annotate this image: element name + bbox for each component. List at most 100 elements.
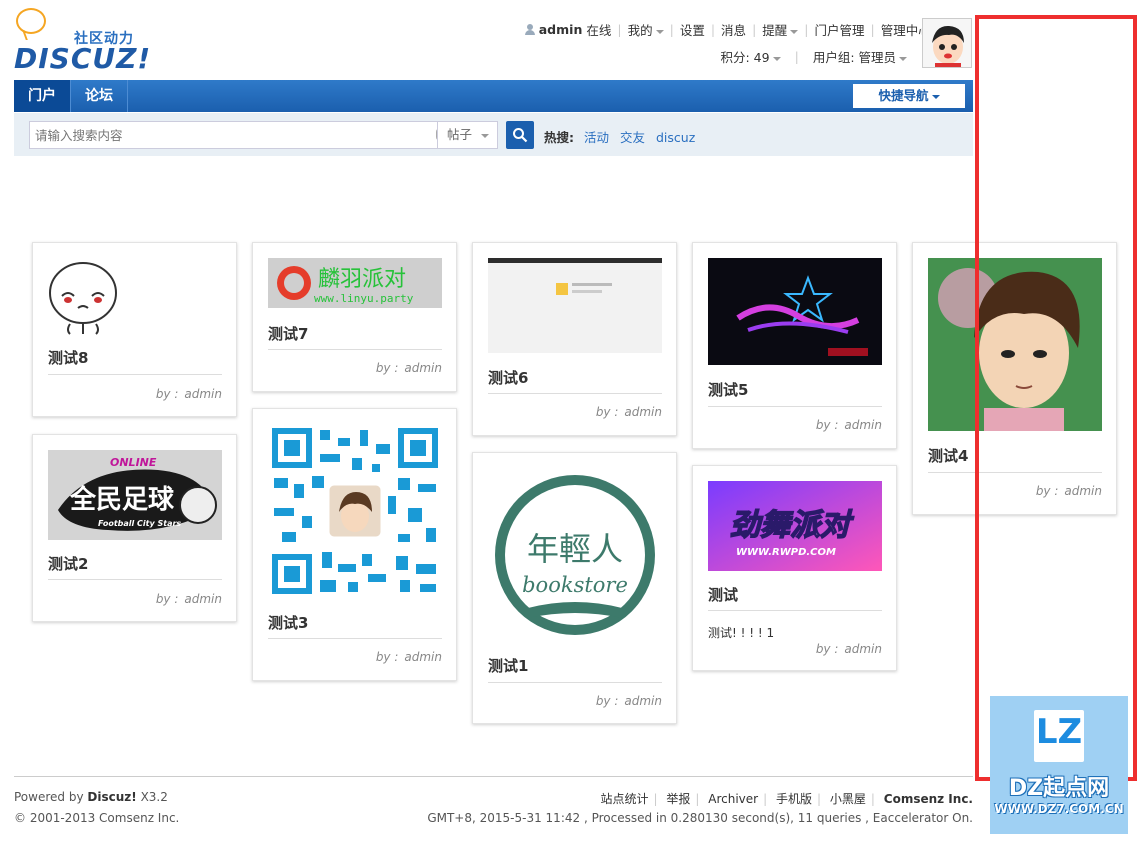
hot-term-link[interactable]: 活动 (584, 130, 609, 145)
hot-searches-label: 热搜: (544, 130, 574, 145)
card-summary: 测试! ! ! ! 1 (708, 626, 775, 640)
card-author: by : admin (370, 361, 442, 375)
thanksgiving-poster-image (708, 258, 882, 365)
svg-text:年輕人: 年輕人 (527, 530, 623, 568)
archiver-link[interactable]: Archiver (708, 792, 758, 806)
search-bar: 帖子 热搜: 活动 交友 discuz (14, 113, 973, 156)
svg-text:ONLINE: ONLINE (110, 456, 157, 469)
linyu-party-banner-image: 麟羽派对 www.linyu.party (268, 258, 442, 308)
article-card[interactable]: 测试6 by : admin (472, 242, 677, 436)
tab-forum[interactable]: 论坛 (71, 80, 128, 112)
card-thumbnail[interactable]: ONLINE 全民足球 Football City Stars (48, 450, 222, 540)
watermark-logo-text: LZ (1035, 712, 1083, 752)
card-thumbnail[interactable] (708, 258, 882, 365)
search-button[interactable] (506, 121, 534, 149)
chevron-down-icon (931, 94, 940, 99)
company-link[interactable]: Comsenz Inc. (884, 792, 973, 806)
author-name[interactable]: admin (404, 650, 442, 664)
logo-wordmark: DISCUZ! (14, 42, 152, 75)
article-card[interactable]: 劲舞派对 WWW.RWPD.COM 测试 测试! ! ! ! 1 by : adm… (692, 465, 897, 671)
by-label: by : (595, 405, 619, 419)
author-name[interactable]: admin (844, 642, 882, 656)
watermark-url: WWW.DZ7.COM.CN (994, 802, 1124, 816)
usergroup-label: 用户组: 管理员 (812, 50, 896, 65)
powered-product-link[interactable]: Discuz! (87, 790, 136, 804)
author-name[interactable]: admin (184, 387, 222, 401)
divider: | (669, 22, 674, 37)
reminders-menu[interactable]: 提醒 (762, 20, 799, 39)
svg-text:www.linyu.party: www.linyu.party (314, 292, 414, 305)
article-card[interactable]: 麟羽派对 www.linyu.party 测试7 by : admin (252, 242, 457, 392)
points-menu[interactable]: 积分: 49 (721, 47, 781, 66)
author-name[interactable]: admin (624, 405, 662, 419)
chevron-down-icon (481, 133, 490, 138)
article-card[interactable]: 测试8 by : admin (32, 242, 237, 417)
search-icon (513, 128, 528, 143)
search-type-select[interactable]: 帖子 (437, 121, 498, 149)
usergroup-menu[interactable]: 用户组: 管理员 (813, 47, 907, 66)
author-name[interactable]: admin (404, 361, 442, 375)
divider: | (752, 22, 757, 37)
divider: | (695, 792, 700, 806)
divider: | (617, 22, 622, 37)
article-card[interactable]: 年輕人 bookstore 测试1 by : admin (472, 452, 677, 724)
divider (488, 682, 662, 683)
main-nav: 门户 论坛 快捷导航 (14, 80, 973, 112)
messages-link[interactable]: 消息 (721, 20, 746, 39)
card-thumbnail[interactable] (48, 258, 222, 340)
online-status: 在线 (586, 23, 612, 38)
hot-term-link[interactable]: 交友 (620, 130, 645, 145)
portal-admin-link[interactable]: 门户管理 (815, 20, 865, 39)
card-title[interactable]: 测试3 (268, 612, 308, 633)
article-card[interactable]: ONLINE 全民足球 Football City Stars 测试2 by :… (32, 434, 237, 622)
author-name[interactable]: admin (184, 592, 222, 606)
cartoon-avatar-icon (923, 19, 971, 67)
by-label: by : (155, 387, 179, 401)
watermark: LZ DZ起点网 WWW.DZ7.COM.CN (990, 696, 1128, 834)
quick-nav-button[interactable]: 快捷导航 (853, 84, 965, 108)
my-menu[interactable]: 我的 (628, 20, 664, 39)
avatar[interactable] (922, 18, 972, 68)
card-thumbnail[interactable]: 劲舞派对 WWW.RWPD.COM (708, 481, 882, 571)
card-title[interactable]: 测试1 (488, 655, 528, 676)
search-field (29, 121, 451, 149)
card-title[interactable]: 测试6 (488, 367, 528, 388)
card-title[interactable]: 测试8 (48, 347, 88, 368)
user-toolbar: admin 在线 | 我的 | 设置 | 消息 | 提醒 | 门户管理 | 管理… (524, 20, 972, 39)
powered-version: X3.2 (140, 790, 168, 804)
report-link[interactable]: 举报 (666, 792, 690, 806)
tab-portal[interactable]: 门户 (14, 80, 71, 112)
card-title[interactable]: 测试7 (268, 323, 308, 344)
card-author: by : admin (370, 650, 442, 664)
author-name[interactable]: admin (624, 694, 662, 708)
search-input[interactable] (30, 122, 420, 148)
site-logo[interactable]: 社区动力 DISCUZ! (14, 6, 154, 75)
watermark-brand: DZ起点网 (1008, 776, 1110, 801)
hot-term-link[interactable]: discuz (656, 130, 695, 145)
card-title[interactable]: 测试5 (708, 379, 748, 400)
card-thumbnail[interactable] (488, 258, 662, 353)
card-title[interactable]: 测试4 (928, 445, 968, 466)
settings-link[interactable]: 设置 (680, 20, 705, 39)
mobile-link[interactable]: 手机版 (776, 792, 812, 806)
card-thumbnail[interactable]: 年輕人 bookstore (488, 468, 662, 642)
svg-text:WWW.RWPD.COM: WWW.RWPD.COM (736, 547, 836, 558)
by-label: by : (815, 418, 839, 432)
author-name[interactable]: admin (844, 418, 882, 432)
username-link[interactable]: admin (539, 22, 583, 37)
divider (708, 406, 882, 407)
copyright: © 2001-2013 Comsenz Inc. (14, 811, 180, 825)
user-icon (524, 24, 535, 35)
card-thumbnail[interactable]: 麟羽派对 www.linyu.party (268, 258, 442, 308)
article-card[interactable]: 测试5 by : admin (692, 242, 897, 449)
site-stats-link[interactable]: 站点统计 (600, 792, 648, 806)
card-title[interactable]: 测试 (708, 584, 738, 605)
by-label: by : (375, 361, 399, 375)
chevron-down-icon (899, 56, 907, 61)
search-type-value: 帖子 (447, 127, 473, 142)
article-card[interactable]: 测试3 by : admin (252, 408, 457, 681)
card-thumbnail[interactable] (268, 424, 442, 598)
blacklist-link[interactable]: 小黑屋 (830, 792, 866, 806)
divider: | (870, 792, 875, 806)
card-title[interactable]: 测试2 (48, 553, 88, 574)
